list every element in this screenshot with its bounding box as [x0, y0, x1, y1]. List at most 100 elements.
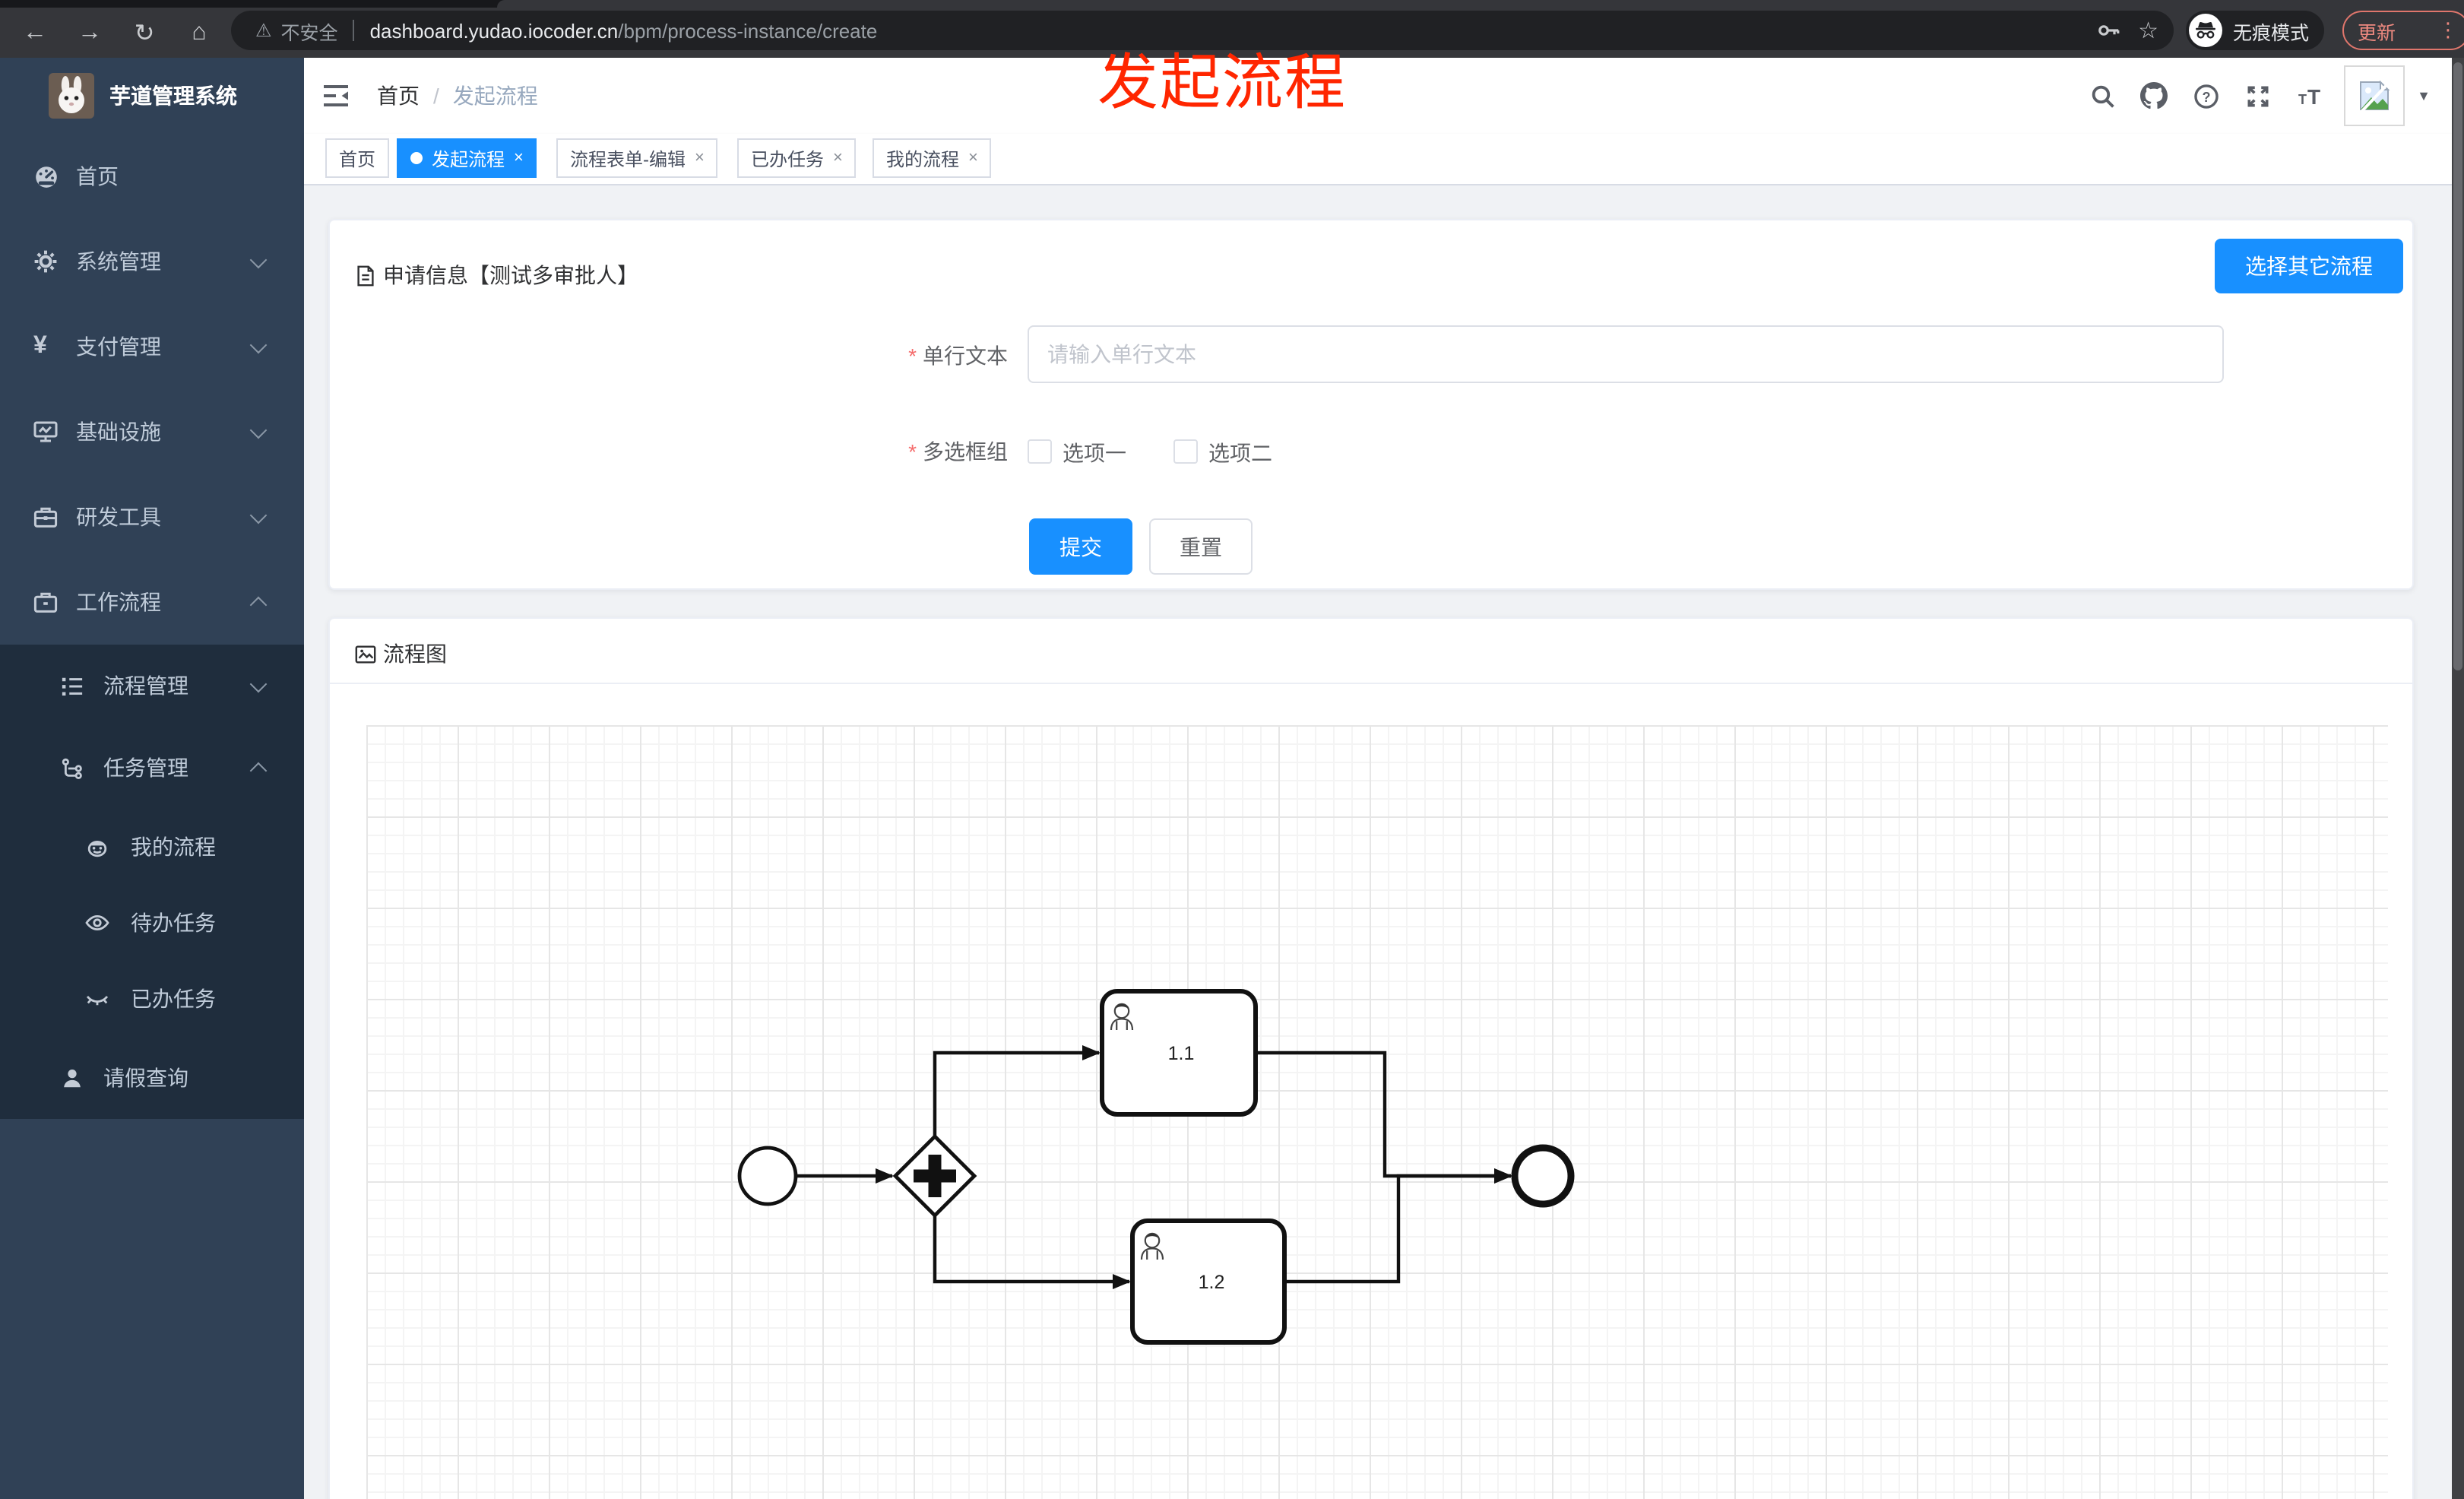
sidebar-item-system[interactable]: 系统管理 [0, 219, 304, 304]
main-area: 首页 / 发起流程 ? TT ▼ 首页 发起流程 × 流程表单-编辑 × 已办任… [304, 58, 2464, 1499]
sidebar-item-label: 我的流程 [131, 835, 216, 859]
picture-icon [355, 645, 376, 663]
sidebar-item-dev-tools[interactable]: 研发工具 [0, 474, 304, 559]
user-icon [61, 1066, 84, 1089]
briefcase-icon [33, 590, 58, 614]
breadcrumb: 首页 / 发起流程 [377, 58, 538, 134]
apply-card-title: 申请信息【测试多审批人】 [354, 260, 638, 290]
checkbox-option-1[interactable] [1028, 439, 1052, 464]
required-mark: * [908, 439, 917, 464]
select-other-process-button[interactable]: 选择其它流程 [2215, 239, 2403, 293]
user-task-1-2[interactable]: 1.2 [1130, 1219, 1287, 1345]
page-root: ← → ↻ ⌂ ⚠ 不安全 dashboard.yudao.iocoder.cn… [0, 0, 2464, 1499]
tab-close-icon[interactable]: × [514, 149, 524, 167]
app-logo-row[interactable]: 芋道管理系统 [0, 58, 304, 134]
document-icon [357, 265, 374, 286]
chevron-down-icon [249, 250, 268, 268]
sidebar-item-label: 请假查询 [103, 1066, 188, 1090]
help-icon[interactable]: ? [2180, 83, 2231, 109]
security-warning-icon: ⚠ [255, 20, 272, 41]
sidebar-item-my-process[interactable]: 我的流程 [0, 809, 304, 885]
end-event-node[interactable] [1511, 1144, 1575, 1208]
app-title: 芋道管理系统 [109, 84, 237, 108]
user-avatar[interactable] [2344, 65, 2405, 126]
breadcrumb-current: 发起流程 [452, 84, 538, 108]
reset-button[interactable]: 重置 [1149, 518, 1253, 575]
bookmark-star-icon[interactable]: ☆ [2138, 17, 2158, 44]
browser-menu-icon[interactable]: ⋮ [2438, 18, 2458, 43]
browser-forward-button[interactable]: → [67, 8, 112, 58]
submit-button[interactable]: 提交 [1029, 518, 1132, 575]
browser-back-button[interactable]: ← [12, 8, 58, 58]
active-tab-dot [410, 152, 423, 164]
tab-close-icon[interactable]: × [968, 149, 978, 167]
single-line-text-input[interactable] [1028, 325, 2224, 383]
required-mark: * [908, 344, 917, 368]
update-label[interactable]: 更新 [2358, 16, 2396, 45]
search-icon[interactable] [2076, 83, 2128, 109]
tags-view-bar: 首页 发起流程 × 流程表单-编辑 × 已办任务 × 我的流程 × [304, 134, 2464, 185]
gear-icon [33, 249, 58, 274]
checkbox-option-1-label[interactable]: 选项一 [1063, 438, 1126, 468]
user-task-1-1[interactable]: 1.1 [1100, 989, 1258, 1117]
checkbox-option-2-label[interactable]: 选项二 [1208, 438, 1272, 468]
browser-reload-button[interactable]: ↻ [122, 8, 167, 58]
avatar-dropdown-caret-icon[interactable]: ▼ [2417, 88, 2431, 103]
tab-label: 发起流程 [432, 148, 505, 170]
tab-create-process[interactable]: 发起流程 × [397, 138, 537, 178]
password-key-icon[interactable] [2095, 18, 2120, 43]
apply-card-title-text: 申请信息【测试多审批人】 [383, 263, 638, 287]
url-domain: dashboard.yudao.iocoder.cn [369, 19, 619, 42]
sidebar-item-process-management[interactable]: 流程管理 [0, 645, 304, 727]
font-size-icon[interactable]: TT [2283, 83, 2335, 109]
sidebar-item-label: 系统管理 [76, 249, 161, 274]
browser-update-button[interactable]: 更新 ⋮ [2342, 11, 2464, 50]
incognito-icon [2189, 14, 2222, 47]
flow-card-title-text: 流程图 [383, 642, 447, 666]
chevron-up-icon [249, 761, 268, 779]
checkbox-group-label: * 多选框组 [908, 439, 1008, 464]
scrollbar-thumb[interactable] [2453, 62, 2462, 670]
tab-label: 首页 [339, 148, 376, 170]
sidebar-item-infrastructure[interactable]: 基础设施 [0, 389, 304, 474]
sidebar-item-label: 流程管理 [103, 673, 188, 698]
sidebar-item-leave-query[interactable]: 请假查询 [0, 1037, 304, 1119]
browser-active-tab-top [497, 0, 2464, 8]
sidebar-item-task-management[interactable]: 任务管理 [0, 727, 304, 809]
tab-form-edit[interactable]: 流程表单-编辑 × [556, 138, 718, 178]
eye-closed-icon [85, 987, 109, 1011]
sidebar-item-payment[interactable]: ¥ 支付管理 [0, 304, 304, 389]
bpmn-diagram: 1.1 1.2 [737, 989, 1575, 1345]
flow-task1-to-end [1256, 1051, 1512, 1184]
checkbox-option-2[interactable] [1173, 439, 1198, 464]
tab-close-icon[interactable]: × [833, 149, 843, 167]
sidebar-item-label: 首页 [76, 164, 119, 189]
apply-info-card: 申请信息【测试多审批人】 选择其它流程 *单行文本 *多选框组 选项一 选项二 [328, 219, 2414, 590]
page-content: 申请信息【测试多审批人】 选择其它流程 *单行文本 *多选框组 选项一 选项二 [304, 185, 2464, 1499]
breadcrumb-home[interactable]: 首页 [377, 81, 420, 111]
parallel-gateway-node[interactable] [892, 1133, 977, 1219]
browser-home-button[interactable]: ⌂ [176, 8, 222, 58]
sidebar-collapse-icon[interactable] [322, 82, 350, 117]
bpmn-canvas[interactable]: 1.1 1.2 [366, 725, 2388, 1499]
page-scrollbar[interactable] [2452, 58, 2464, 1499]
sidebar-item-done-tasks[interactable]: 已办任务 [0, 961, 304, 1037]
tab-home[interactable]: 首页 [325, 138, 390, 178]
flow-task2-to-end [1284, 1168, 1512, 1284]
sidebar-item-label: 研发工具 [76, 505, 161, 529]
fullscreen-icon[interactable] [2231, 83, 2283, 109]
tab-done-tasks[interactable]: 已办任务 × [737, 138, 857, 178]
sidebar-item-home[interactable]: 首页 [0, 134, 304, 219]
flow-list-icon [61, 674, 84, 697]
security-label[interactable]: 不安全 [281, 16, 338, 45]
single-line-text-input-field[interactable] [1029, 327, 2222, 382]
start-event-node[interactable] [737, 1146, 798, 1206]
sidebar-item-todo-tasks[interactable]: 待办任务 [0, 885, 304, 961]
eye-icon [85, 911, 109, 935]
tab-close-icon[interactable]: × [695, 149, 705, 167]
robot-icon [85, 835, 109, 859]
github-icon[interactable] [2128, 82, 2180, 109]
sidebar-item-workflow[interactable]: 工作流程 [0, 559, 304, 645]
svg-text:T: T [2298, 91, 2307, 106]
tab-my-process[interactable]: 我的流程 × [873, 138, 992, 178]
